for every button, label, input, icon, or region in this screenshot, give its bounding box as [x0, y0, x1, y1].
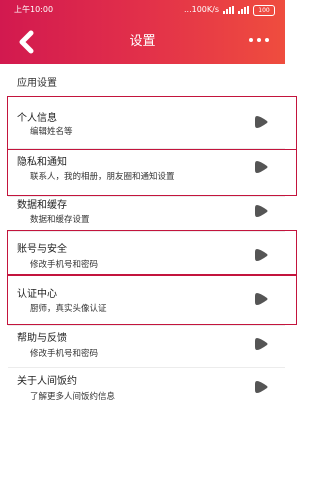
item-title: 认证中心: [17, 289, 57, 300]
chevron-right-icon: [255, 205, 268, 217]
chevron-right-icon: [255, 381, 268, 393]
settings-item-data-cache[interactable]: 数据和缓存 数据和缓存设置: [0, 196, 285, 230]
chevron-right-icon: [255, 161, 268, 173]
network-speed: ...100K/s: [183, 5, 219, 14]
item-subtitle: 修改手机号和密码: [30, 260, 99, 270]
settings-item-help-feedback[interactable]: 帮助与反馈 修改手机号和密码: [0, 326, 285, 366]
settings-item-about[interactable]: 关于人间饭约 了解更多人间饭约信息: [0, 368, 285, 408]
divider: [8, 196, 285, 197]
status-bar: 上午10:00 ...100K/s 100: [0, 0, 285, 20]
item-subtitle: 联系人，我的相册，朋友圈和通知设置: [30, 172, 175, 182]
item-subtitle: 编辑姓名等: [30, 127, 73, 137]
more-dots-icon[interactable]: [249, 38, 269, 42]
navigation-bar: 设置: [0, 20, 285, 64]
divider: [8, 325, 285, 326]
header-bar: 上午10:00 ...100K/s 100 设置: [0, 0, 285, 64]
divider: [8, 275, 285, 276]
signal-icon: [223, 6, 234, 14]
item-title: 隐私和通知: [17, 157, 67, 168]
item-subtitle: 了解更多人间饭约信息: [30, 392, 116, 402]
chevron-right-icon: [255, 293, 268, 305]
status-indicators: ...100K/s 100: [184, 0, 275, 20]
settings-item-privacy-notifications[interactable]: 隐私和通知 联系人，我的相册，朋友圈和通知设置: [0, 150, 285, 196]
item-title: 数据和缓存: [17, 200, 67, 211]
status-time: 上午10:00: [14, 5, 54, 14]
chevron-right-icon: [255, 338, 268, 350]
chevron-right-icon: [255, 249, 268, 261]
item-title: 账号与安全: [17, 244, 67, 255]
battery-icon: 100: [253, 4, 275, 16]
page-title: 设置: [129, 34, 156, 49]
divider: [8, 231, 285, 232]
wifi-signal-icon: [238, 6, 249, 14]
item-title: 个人信息: [17, 113, 57, 124]
item-title: 关于人间饭约: [17, 376, 77, 387]
item-subtitle: 修改手机号和密码: [30, 349, 99, 359]
item-subtitle: 厨师，真实头像认证: [30, 304, 107, 314]
item-title: 帮助与反馈: [17, 333, 67, 344]
chevron-right-icon: [255, 116, 268, 128]
settings-item-personal-info[interactable]: 个人信息 编辑姓名等: [0, 97, 285, 147]
section-label: 应用设置: [17, 78, 57, 89]
settings-item-verification-center[interactable]: 认证中心 厨师，真实头像认证: [0, 276, 285, 324]
settings-item-account-security[interactable]: 账号与安全 修改手机号和密码: [0, 232, 285, 274]
divider: [8, 148, 285, 149]
divider: [8, 367, 285, 368]
item-subtitle: 数据和缓存设置: [30, 215, 90, 225]
